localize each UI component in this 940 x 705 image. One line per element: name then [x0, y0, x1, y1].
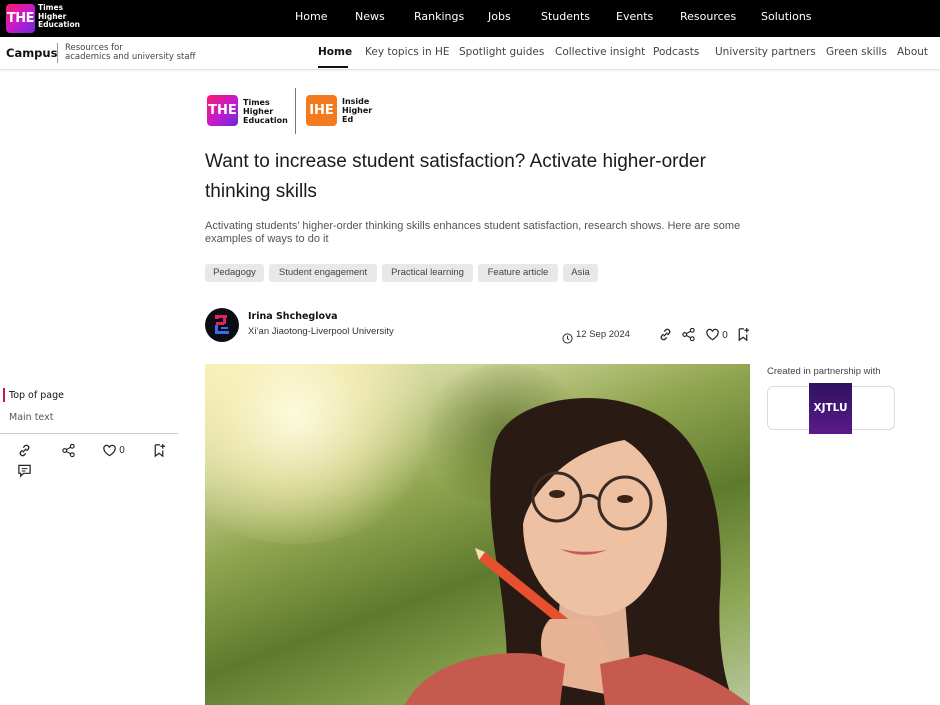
logo-line-1: Inside	[342, 97, 370, 106]
tag-student-engagement[interactable]: Student engagement	[269, 264, 377, 282]
campus-nav-bar: Campus Resources for academics and unive…	[0, 37, 940, 70]
tag-feature-article[interactable]: Feature article	[478, 264, 558, 282]
share-icon[interactable]	[61, 443, 76, 462]
top-nav-resources[interactable]: Resources	[680, 0, 736, 37]
active-tab-indicator	[318, 66, 348, 68]
top-nav-students[interactable]: Students	[541, 0, 590, 37]
comment-icon[interactable]	[17, 463, 32, 482]
tag-practical-learning[interactable]: Practical learning	[382, 264, 473, 282]
top-nav-solutions[interactable]: Solutions	[761, 0, 812, 37]
author-institution: Xi’an Jiaotong-Liverpool University	[248, 326, 394, 337]
subnav-green-skills[interactable]: Green skills	[826, 46, 887, 58]
subnav-about[interactable]: About	[897, 46, 928, 58]
subnav-university-partners[interactable]: University partners	[715, 46, 816, 58]
campus-tagline-line-2: academics and university staff	[65, 52, 196, 62]
subnav-collective-insight[interactable]: Collective insight	[555, 46, 645, 58]
logo-line-2: Higher	[243, 107, 274, 116]
top-nav-home[interactable]: Home	[295, 0, 327, 37]
subnav-podcasts[interactable]: Podcasts	[653, 46, 699, 58]
author-avatar[interactable]	[205, 308, 239, 342]
like-count: 0	[722, 330, 729, 341]
ihe-logo: IHE	[306, 95, 337, 126]
like-heart-icon[interactable]	[102, 443, 117, 462]
divider	[57, 43, 58, 63]
bookmark-add-icon[interactable]	[152, 443, 166, 462]
author-name[interactable]: Irina Shcheglova	[248, 311, 338, 322]
the-logo-wordmark[interactable]: Times Higher Education	[38, 3, 80, 30]
top-nav-rankings[interactable]: Rankings	[414, 0, 464, 37]
campus-brand[interactable]: Campus	[6, 46, 57, 60]
divider	[295, 88, 296, 134]
subnav-key-topics[interactable]: Key topics in HE	[365, 46, 450, 58]
logo-line-3: Education	[38, 20, 80, 29]
ihe-logo-wordmark: Inside Higher Ed	[342, 97, 382, 124]
subnav-home[interactable]: Home	[318, 46, 352, 58]
article-standfirst: Activating students’ higher-order thinki…	[205, 220, 741, 245]
campus-tagline: Resources for academics and university s…	[65, 44, 225, 62]
clock-icon	[562, 329, 573, 348]
bookmark-add-icon[interactable]	[736, 327, 750, 346]
top-nav-news[interactable]: News	[355, 0, 385, 37]
subnav-spotlight-guides[interactable]: Spotlight guides	[459, 46, 544, 58]
logo-line-1: Times	[243, 98, 270, 107]
the-logo-wordmark: Times Higher Education	[243, 98, 293, 125]
like-count: 0	[119, 445, 126, 456]
the-logo[interactable]: THE	[6, 4, 35, 33]
toc-top-of-page[interactable]: Top of page	[9, 390, 64, 401]
xjtlu-logo[interactable]: XJTLU	[809, 383, 852, 434]
top-nav-bar: THE Times Higher Education Home News Ran…	[0, 0, 940, 37]
share-icon[interactable]	[681, 327, 696, 346]
the-logo: THE	[207, 95, 238, 126]
article-title: Want to increase student satisfaction? A…	[205, 151, 706, 202]
article-hero-image	[205, 364, 750, 705]
publish-date: 12 Sep 2024	[576, 329, 630, 340]
top-nav-events[interactable]: Events	[616, 0, 653, 37]
copy-link-icon[interactable]	[658, 327, 673, 346]
logo-line-3: Ed	[342, 115, 354, 124]
logo-line-2: Higher	[342, 106, 373, 115]
divider	[0, 433, 178, 434]
partner-label: Created in partnership with	[767, 366, 881, 377]
toc-active-indicator	[3, 388, 5, 402]
top-nav-jobs[interactable]: Jobs	[488, 0, 511, 37]
toc-main-text[interactable]: Main text	[9, 412, 53, 423]
student-thinking-illustration	[405, 397, 750, 705]
tag-asia[interactable]: Asia	[563, 264, 598, 282]
logo-line-3: Education	[243, 116, 288, 125]
tag-pedagogy[interactable]: Pedagogy	[205, 264, 264, 282]
like-heart-icon[interactable]	[705, 327, 720, 346]
copy-link-icon[interactable]	[17, 443, 32, 462]
